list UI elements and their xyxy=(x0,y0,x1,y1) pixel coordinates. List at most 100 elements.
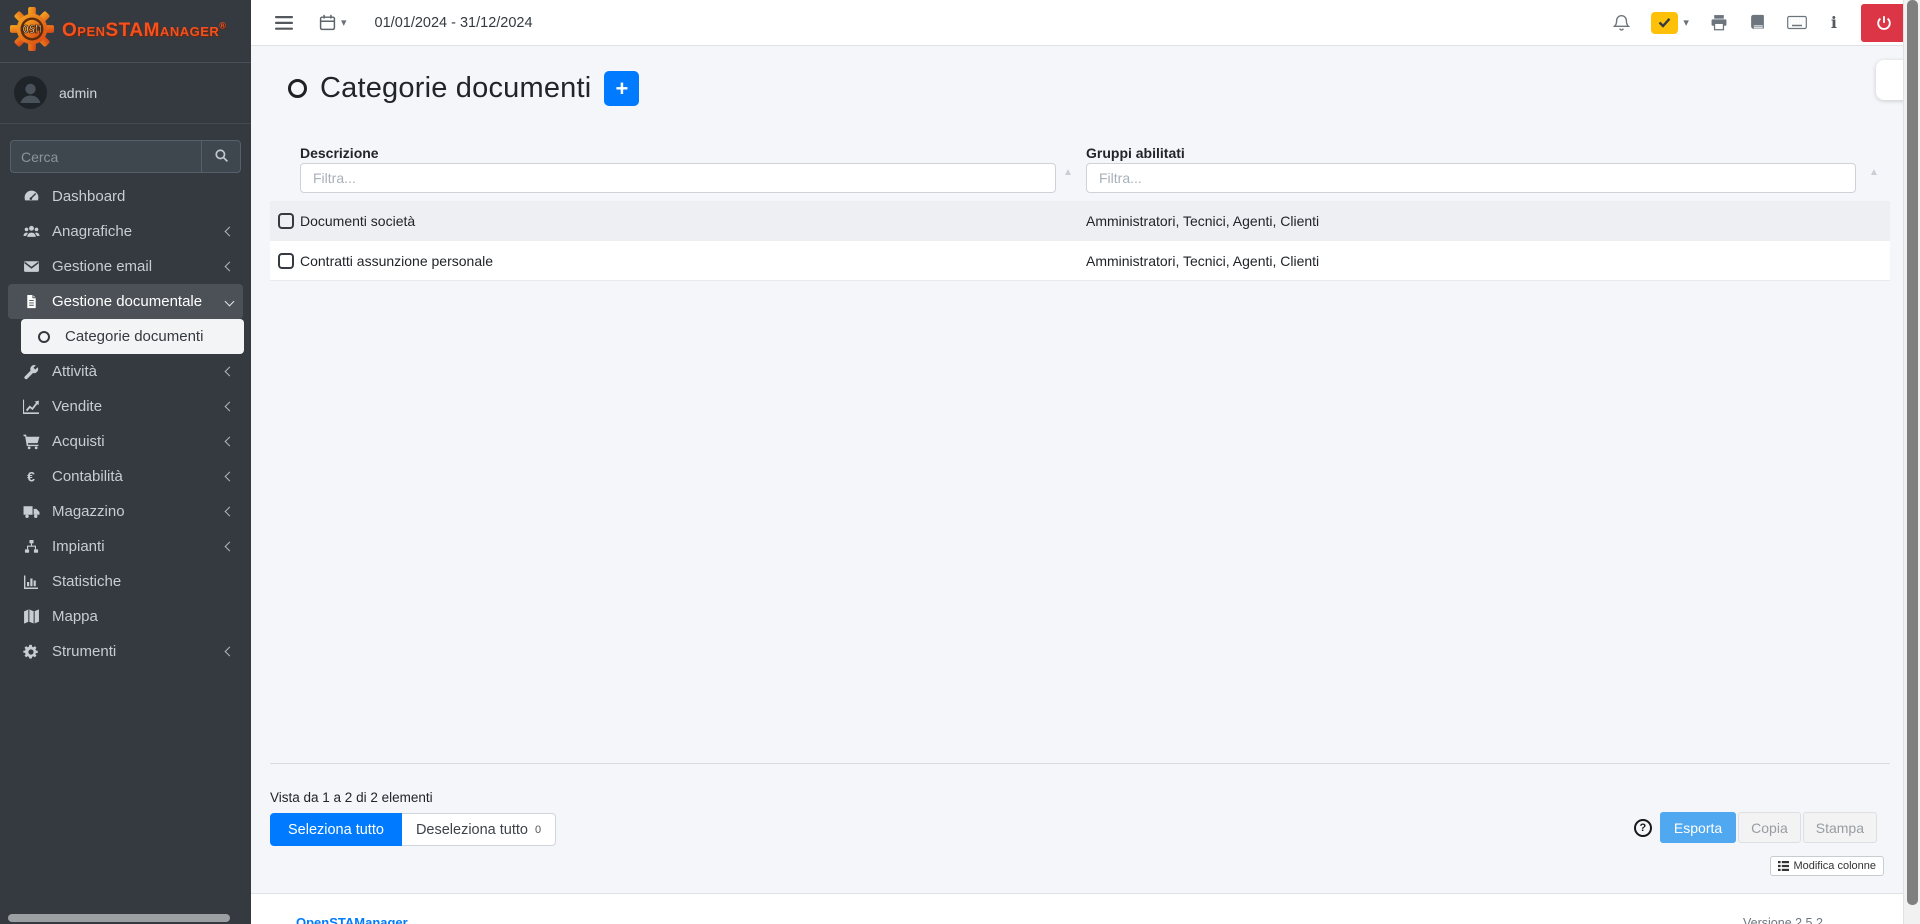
envelope-icon xyxy=(20,258,42,275)
sidebar-item-label: Vendite xyxy=(52,398,102,415)
table-row[interactable]: Contratti assunzione personale Amministr… xyxy=(270,241,1890,281)
users-icon xyxy=(20,223,42,240)
chevron-left-icon xyxy=(225,542,235,552)
tachometer-icon xyxy=(20,188,42,205)
sidebar-item-gestione-email[interactable]: Gestione email xyxy=(8,249,243,284)
info-icon[interactable]: i xyxy=(1828,13,1840,32)
cell-descrizione: Contratti assunzione personale xyxy=(300,241,493,281)
page-header: Categorie documenti + xyxy=(288,60,639,116)
cell-descrizione: Documenti società xyxy=(300,201,415,241)
date-range[interactable]: 01/01/2024 - 31/12/2024 xyxy=(375,15,533,31)
sidebar-item-strumenti[interactable]: Strumenti xyxy=(8,634,243,669)
sidebar-item-label: Dashboard xyxy=(52,188,125,205)
chevron-left-icon xyxy=(225,367,235,377)
page-title: Categorie documenti xyxy=(320,72,591,105)
sidebar-item-label: Acquisti xyxy=(52,433,105,450)
help-icon[interactable]: ? xyxy=(1634,819,1652,837)
calendar-icon[interactable]: ▾ xyxy=(319,14,347,31)
person-icon xyxy=(14,76,47,109)
search-button[interactable] xyxy=(201,140,241,173)
export-buttons: ? Esporta Copia Stampa xyxy=(1634,812,1877,843)
truck-icon xyxy=(20,503,42,520)
book-icon[interactable] xyxy=(1749,14,1766,31)
cell-gruppi: Amministratori, Tecnici, Agenti, Clienti xyxy=(1086,241,1319,281)
bell-icon[interactable] xyxy=(1613,14,1630,32)
check-button[interactable] xyxy=(1651,12,1678,34)
search-icon xyxy=(214,148,229,166)
printer-icon[interactable] xyxy=(1710,14,1728,31)
sidebar-item-label: Anagrafiche xyxy=(52,223,132,240)
table-row[interactable]: Documenti società Amministratori, Tecnic… xyxy=(270,201,1890,241)
filter-input-gruppi[interactable] xyxy=(1086,163,1856,193)
sidebar-item-acquisti[interactable]: Acquisti xyxy=(8,424,243,459)
edit-columns-label: Modifica colonne xyxy=(1793,860,1876,872)
sidebar-item-label: Statistiche xyxy=(52,573,121,590)
euro-icon: € xyxy=(20,469,42,485)
edit-columns-button[interactable]: Modifica colonne xyxy=(1770,856,1884,876)
list-icon xyxy=(1778,861,1789,871)
sidebar-item-label: Contabilità xyxy=(52,468,123,485)
sitemap-icon xyxy=(20,539,42,554)
sidebar-item-label: Gestione documentale xyxy=(52,293,202,310)
gear-logo-icon: OSM xyxy=(9,6,55,57)
main-content: Categorie documenti + Descrizione Gruppi… xyxy=(251,46,1920,924)
column-header-gruppi[interactable]: Gruppi abilitati xyxy=(1086,145,1185,161)
user-avatar xyxy=(14,76,47,109)
column-header-descrizione[interactable]: Descrizione xyxy=(300,145,379,161)
chevron-left-icon xyxy=(225,402,235,412)
print-button[interactable]: Stampa xyxy=(1803,812,1877,843)
sidebar-horizontal-scrollbar[interactable] xyxy=(8,914,230,922)
filter-input-descrizione[interactable] xyxy=(300,163,1056,193)
sidebar-item-impianti[interactable]: Impianti xyxy=(8,529,243,564)
table-bottom-divider xyxy=(270,763,1890,764)
add-button[interactable]: + xyxy=(604,71,639,106)
power-icon xyxy=(1876,15,1892,31)
sidebar: OSM OpenSTAManager® admin xyxy=(0,0,251,924)
selection-buttons: Seleziona tutto Deseleziona tutto 0 xyxy=(270,813,556,846)
sidebar-item-magazzino[interactable]: Magazzino xyxy=(8,494,243,529)
keyboard-icon[interactable] xyxy=(1787,15,1807,30)
chevron-down-icon xyxy=(225,297,235,307)
vertical-scrollbar[interactable] xyxy=(1903,0,1920,924)
sidebar-item-anagrafiche[interactable]: Anagrafiche xyxy=(8,214,243,249)
sidebar-item-vendite[interactable]: Vendite xyxy=(8,389,243,424)
sidebar-search xyxy=(10,140,241,173)
file-icon xyxy=(20,294,42,309)
todo-widget[interactable]: ▾ xyxy=(1651,12,1689,34)
search-input[interactable] xyxy=(10,140,201,173)
copy-button[interactable]: Copia xyxy=(1738,812,1801,843)
chevron-left-icon xyxy=(225,472,235,482)
sidebar-subitem-categorie-documenti[interactable]: Categorie documenti xyxy=(21,319,244,354)
select-all-button[interactable]: Seleziona tutto xyxy=(270,813,402,846)
footer-app-link[interactable]: OpenSTAManager xyxy=(296,915,408,924)
caret-down-icon: ▾ xyxy=(1683,16,1689,29)
sidebar-item-label: Magazzino xyxy=(52,503,125,520)
logout-button[interactable] xyxy=(1861,4,1906,42)
deselect-count-badge: 0 xyxy=(535,824,541,836)
row-checkbox[interactable] xyxy=(278,213,294,229)
sidebar-item-label: Mappa xyxy=(52,608,98,625)
hamburger-menu-icon[interactable] xyxy=(275,16,293,30)
scrollbar-thumb[interactable] xyxy=(1907,0,1918,905)
caret-down-icon: ▾ xyxy=(341,16,347,29)
row-checkbox[interactable] xyxy=(278,253,294,269)
chart-line-icon xyxy=(20,398,42,415)
deselect-all-button[interactable]: Deseleziona tutto 0 xyxy=(402,813,556,846)
brand-title: OpenSTAManager® xyxy=(62,20,226,42)
export-button[interactable]: Esporta xyxy=(1660,812,1736,843)
sidebar-item-dashboard[interactable]: Dashboard xyxy=(8,179,243,214)
sidebar-item-statistiche[interactable]: Statistiche xyxy=(8,564,243,599)
sort-icon-gruppi[interactable]: ▲ xyxy=(1869,167,1879,178)
map-icon xyxy=(20,608,42,625)
sidebar-item-mappa[interactable]: Mappa xyxy=(8,599,243,634)
brand-link[interactable]: OSM OpenSTAManager® xyxy=(0,0,251,63)
sidebar-item-attivita[interactable]: Attività xyxy=(8,354,243,389)
sidebar-item-contabilita[interactable]: € Contabilità xyxy=(8,459,243,494)
sort-icon-descrizione[interactable]: ▲ xyxy=(1063,167,1073,178)
table-info: Vista da 1 a 2 di 2 elementi xyxy=(270,790,433,805)
svg-text:€: € xyxy=(27,469,35,485)
cell-gruppi: Amministratori, Tecnici, Agenti, Clienti xyxy=(1086,201,1319,241)
sidebar-item-gestione-documentale[interactable]: Gestione documentale xyxy=(8,284,243,319)
deselect-all-label: Deseleziona tutto xyxy=(416,822,528,838)
user-panel: admin xyxy=(0,63,251,124)
